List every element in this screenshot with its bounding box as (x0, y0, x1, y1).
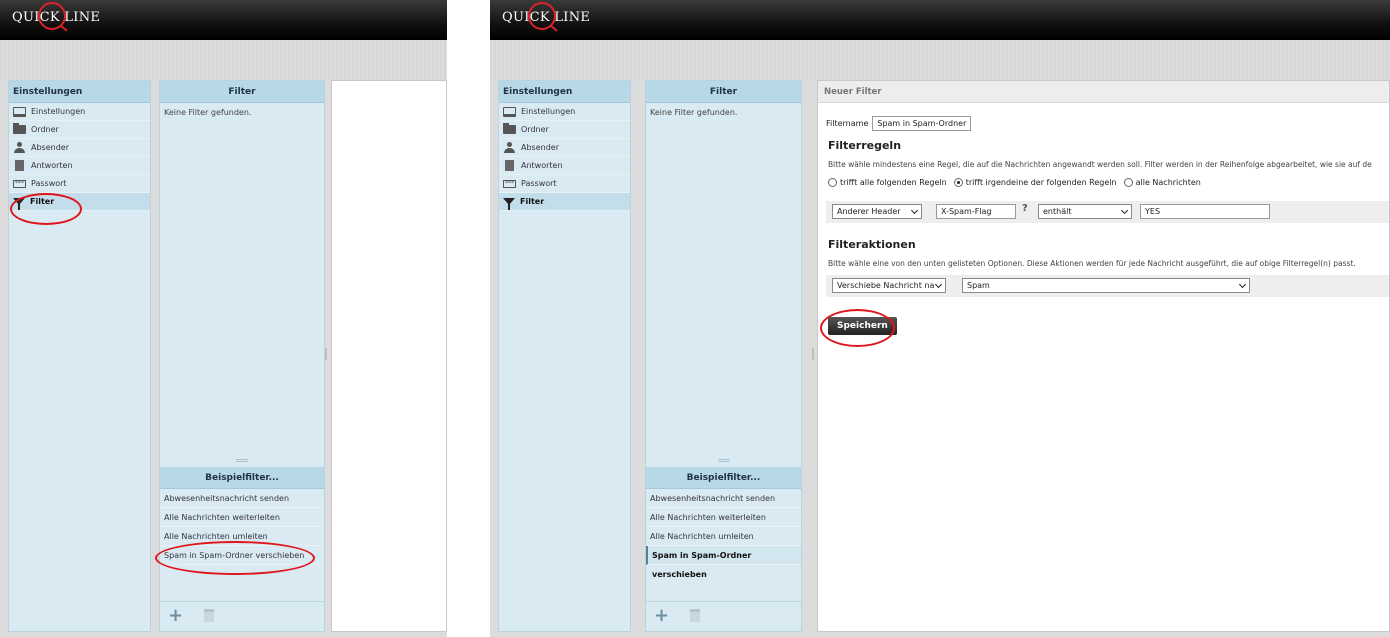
sidebar-item-antworten[interactable]: Antworten (9, 157, 150, 175)
pane-splitter[interactable] (325, 348, 327, 360)
action-target-select[interactable]: Spam (962, 278, 1250, 293)
radio-all-messages[interactable] (1123, 178, 1133, 187)
quickline-logo: QUICK LINE (502, 2, 590, 32)
folder-icon (503, 123, 516, 134)
actions-heading: Filteraktionen (828, 238, 916, 251)
document-icon (505, 160, 514, 171)
sidebar-item-antworten[interactable]: Antworten (499, 157, 630, 175)
filter-panel-header: Filter (646, 81, 801, 103)
settings-panel: Einstellungen Einstellungen Ordner Absen… (8, 80, 151, 632)
resize-handle[interactable] (236, 459, 248, 462)
settings-panel-header: Einstellungen (499, 81, 630, 103)
filter-name-label: Filtername (826, 119, 869, 128)
sidebar-item-passwort[interactable]: *** Passwort (499, 175, 630, 193)
example-filter-item-selected[interactable]: Spam in Spam-Ordner verschieben (646, 546, 801, 579)
filter-panel-header: Filter (160, 81, 324, 103)
rule-value-input[interactable]: YES (1140, 204, 1270, 219)
operator-select[interactable]: enthält (1038, 204, 1132, 219)
filter-panel-footer: + (646, 601, 801, 631)
top-bar: QUICK LINE (0, 0, 447, 40)
document-icon (15, 160, 24, 171)
trash-icon[interactable] (204, 609, 214, 622)
trash-icon[interactable] (690, 609, 700, 622)
rules-description: Bitte wähle mindestens eine Regel, die a… (828, 160, 1372, 169)
example-filter-item[interactable]: Alle Nachrichten weiterleiten (160, 508, 324, 527)
quickline-logo: QUICK LINE (12, 2, 100, 32)
settings-panel: Einstellungen Einstellungen Ordner Absen… (498, 80, 631, 632)
folder-icon (13, 123, 26, 134)
pane-splitter[interactable] (812, 348, 814, 360)
settings-panel-header: Einstellungen (9, 81, 150, 103)
toolbar-area (490, 40, 1390, 80)
filter-name-input[interactable]: Spam in Spam-Ordner (872, 116, 972, 131)
header-name-input[interactable]: X-Spam-Flag (936, 204, 1016, 219)
example-filters-header: Beispielfilter... (160, 467, 324, 489)
radio-match-any[interactable] (953, 178, 963, 187)
rule-row: Anderer Header X-Spam-Flag ? enthält YES (826, 201, 1389, 223)
help-icon[interactable]: ? (1022, 203, 1028, 214)
highlight-circle (10, 193, 82, 225)
sidebar-item-filter[interactable]: Filter (499, 193, 630, 211)
filter-empty-text: Keine Filter gefunden. (164, 108, 252, 117)
highlight-circle (155, 541, 315, 575)
new-filter-form: Neuer Filter Filtername Spam in Spam-Ord… (817, 80, 1390, 632)
add-icon[interactable]: + (654, 607, 669, 625)
form-title: Neuer Filter (818, 81, 1389, 103)
person-icon (503, 142, 516, 153)
toolbar-area (0, 40, 447, 80)
action-type-select[interactable]: Verschiebe Nachricht na (832, 278, 946, 293)
radio-match-all-label: trifft alle folgenden Regeln (840, 178, 947, 187)
action-row: Verschiebe Nachricht na Spam (826, 275, 1389, 297)
screenshot-left: QUICK LINE Einstellungen Einstellungen O… (0, 0, 447, 637)
example-filter-item[interactable]: Alle Nachrichten weiterleiten (646, 508, 801, 527)
sidebar-item-ordner[interactable]: Ordner (499, 121, 630, 139)
sidebar-item-absender[interactable]: Absender (499, 139, 630, 157)
example-filter-item[interactable]: Abwesenheitsnachricht senden (646, 489, 801, 508)
screenshot-right: QUICK LINE Einstellungen Einstellungen O… (490, 0, 1390, 637)
password-icon: *** (503, 179, 516, 188)
sidebar-item-passwort[interactable]: *** Passwort (9, 175, 150, 193)
laptop-icon (13, 106, 26, 117)
match-radio-group: trifft alle folgenden Regeln trifft irge… (828, 178, 1201, 187)
top-bar: QUICK LINE (490, 0, 1390, 40)
radio-match-all[interactable] (828, 178, 837, 187)
person-icon (13, 142, 26, 153)
sidebar-item-einstellungen[interactable]: Einstellungen (499, 103, 630, 121)
laptop-icon (503, 106, 516, 117)
sidebar-item-einstellungen[interactable]: Einstellungen (9, 103, 150, 121)
rules-heading: Filterregeln (828, 139, 902, 152)
filter-name-row: Filtername Spam in Spam-Ordner (826, 116, 972, 131)
detail-pane (331, 80, 447, 632)
header-type-select[interactable]: Anderer Header (832, 204, 922, 219)
example-filters-header: Beispielfilter... (646, 467, 801, 489)
sidebar-item-ordner[interactable]: Ordner (9, 121, 150, 139)
filter-icon (503, 198, 515, 210)
radio-match-any-label: trifft irgendeine der folgenden Regeln (965, 178, 1117, 187)
password-icon: *** (13, 179, 26, 188)
resize-handle[interactable] (717, 459, 730, 462)
filter-panel-footer: + (160, 601, 324, 631)
radio-all-messages-label: alle Nachrichten (1135, 178, 1201, 187)
filter-panel: Filter Keine Filter gefunden. Beispielfi… (645, 80, 802, 632)
example-filter-item[interactable]: Abwesenheitsnachricht senden (160, 489, 324, 508)
example-filter-item[interactable]: Alle Nachrichten umleiten (646, 527, 801, 546)
actions-description: Bitte wähle eine von den unten gelistete… (828, 259, 1356, 268)
add-icon[interactable]: + (168, 607, 183, 625)
example-filters: Beispielfilter... Abwesenheitsnachricht … (646, 467, 801, 579)
highlight-circle (820, 309, 895, 347)
sidebar-item-absender[interactable]: Absender (9, 139, 150, 157)
filter-empty-text: Keine Filter gefunden. (650, 108, 738, 117)
